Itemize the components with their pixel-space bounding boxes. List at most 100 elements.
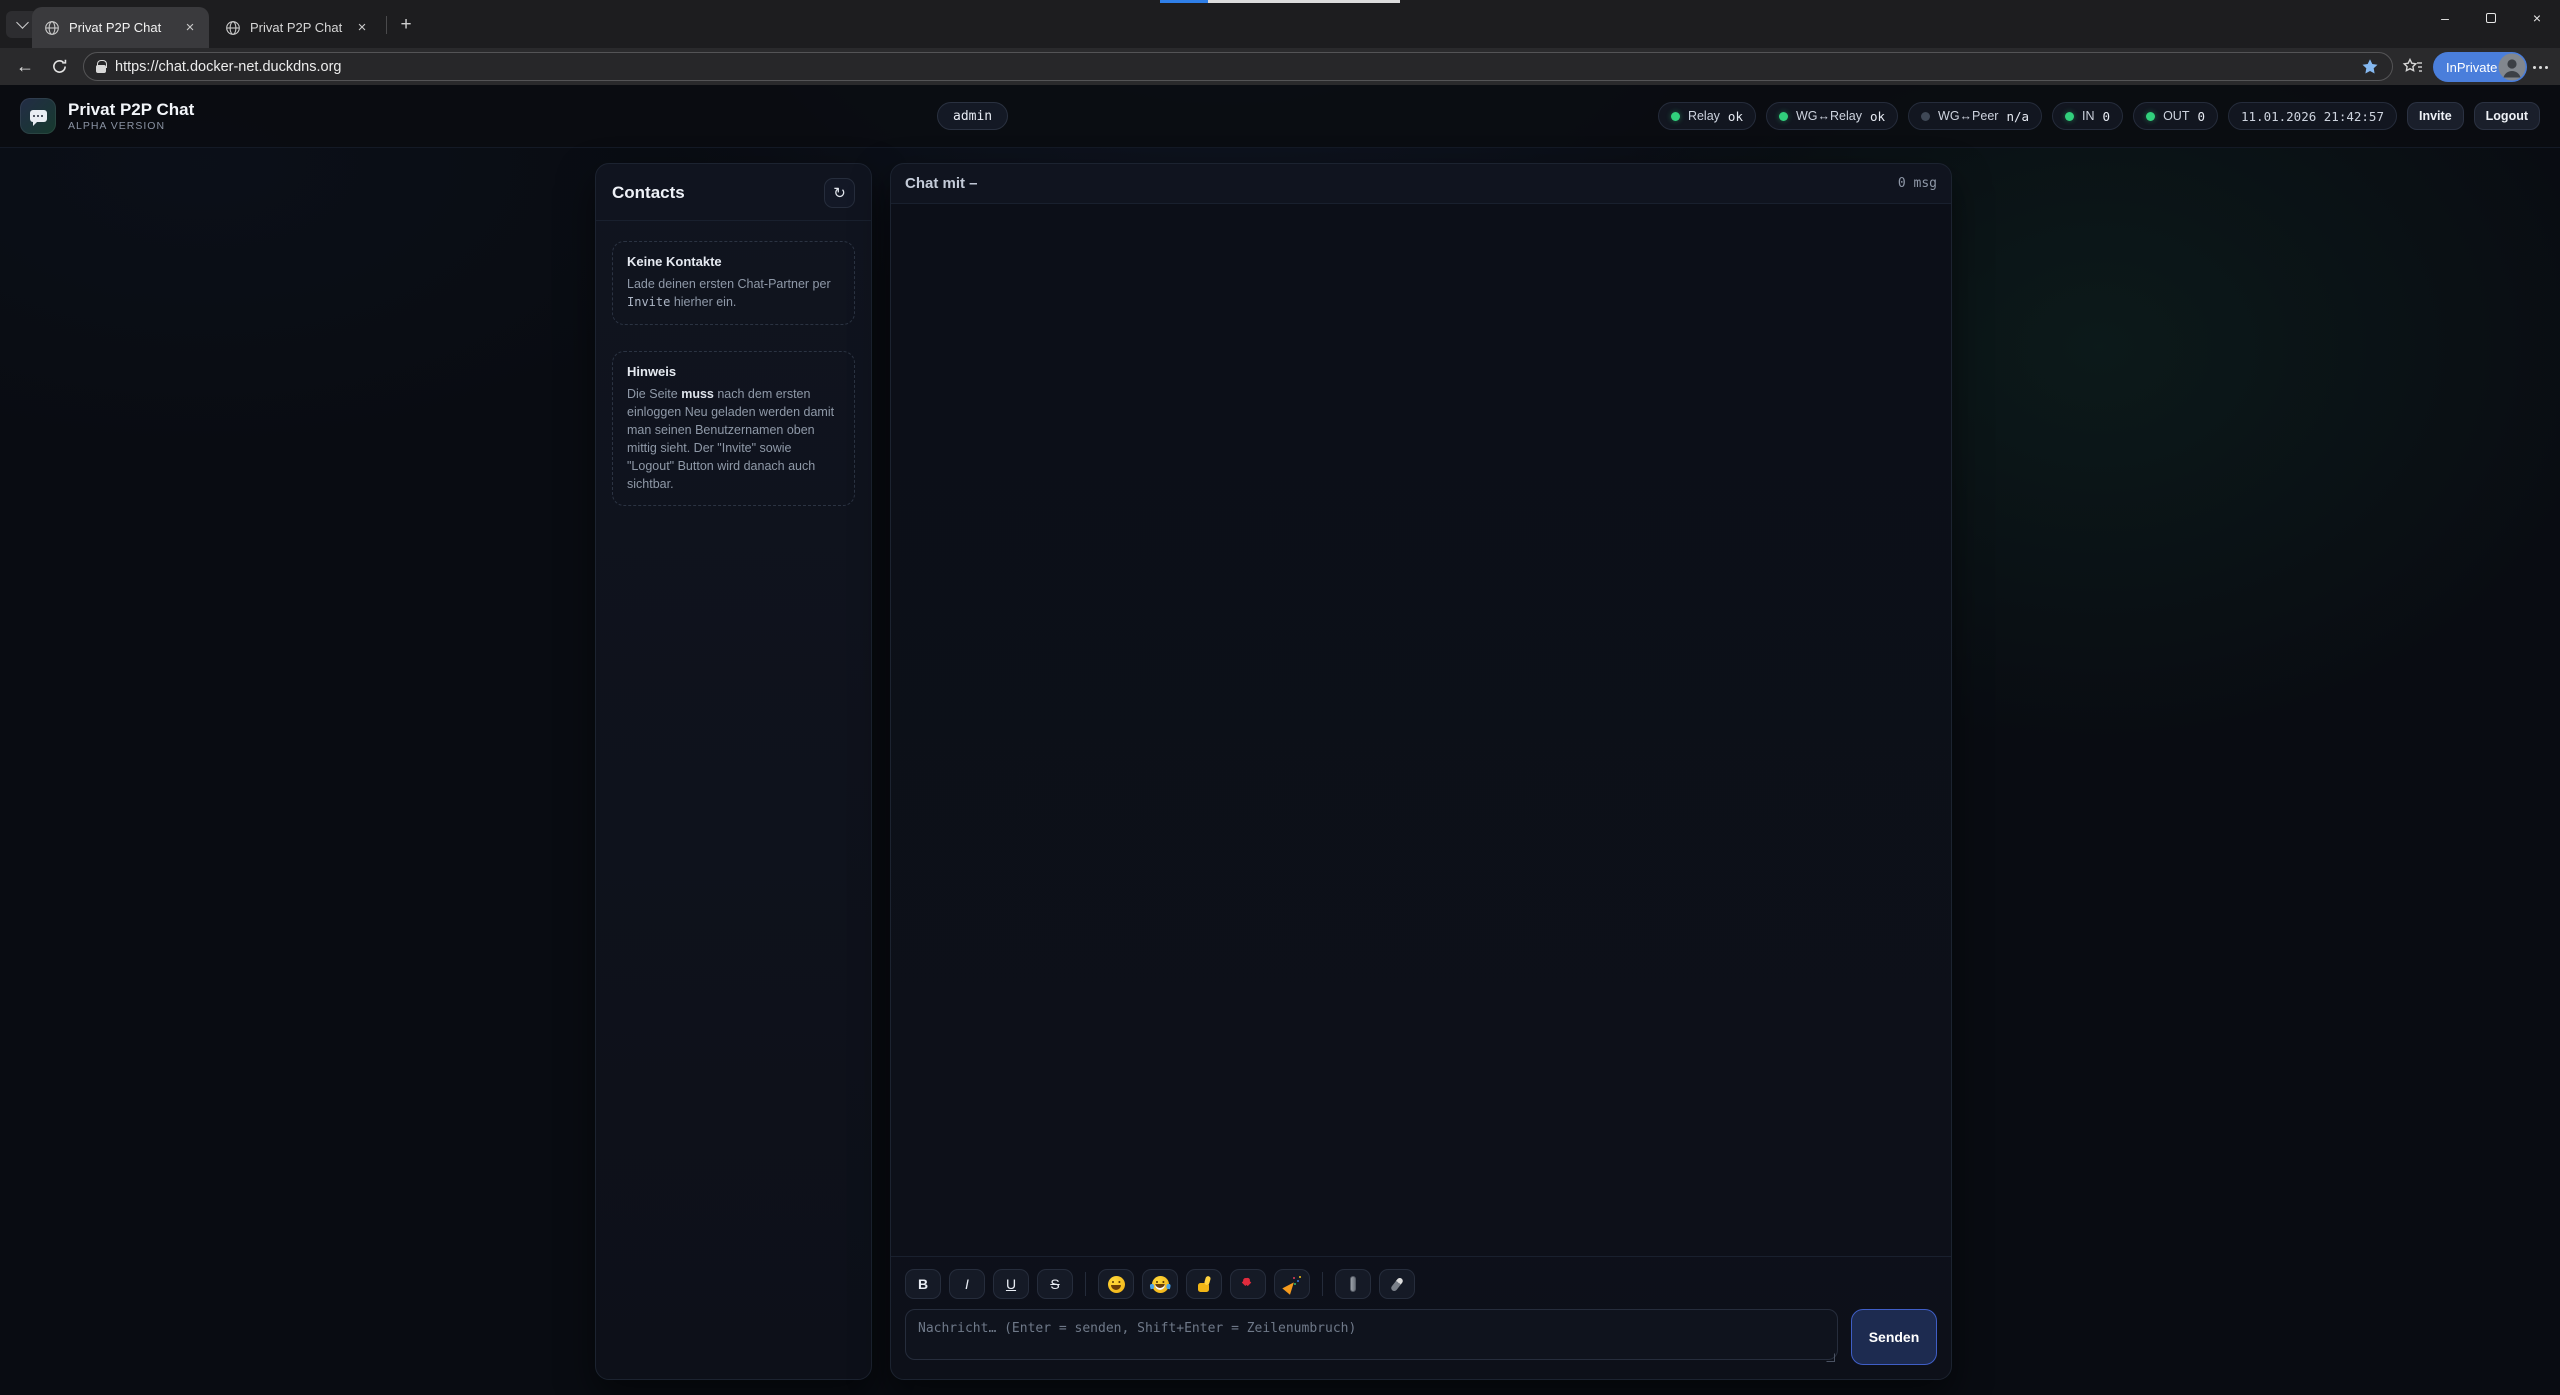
back-button[interactable]: ← — [10, 52, 40, 81]
status-dot-green — [2146, 112, 2155, 121]
strikethrough-label: S — [1050, 1276, 1059, 1292]
favorites-button[interactable] — [2399, 54, 2427, 80]
underline-button[interactable]: U — [993, 1269, 1029, 1299]
emoji-joy-button[interactable] — [1142, 1269, 1178, 1299]
app-brand: Privat P2P Chat ALPHA VERSION — [68, 100, 194, 132]
app-title: Privat P2P Chat — [68, 100, 194, 120]
text-segment: Lade deinen ersten Chat-Partner per — [627, 277, 831, 291]
browser-menu-button[interactable] — [2527, 56, 2553, 78]
tab-close-icon[interactable]: × — [181, 19, 199, 37]
address-bar[interactable]: https://chat.docker-net.duckdns.org — [83, 52, 2393, 81]
strikethrough-button[interactable]: S — [1037, 1269, 1073, 1299]
emoji-grinning-button[interactable] — [1098, 1269, 1134, 1299]
chat-panel: Chat mit – 0 msg B I U S — [890, 163, 1952, 1380]
main-content: Contacts ↻ Keine Kontakte Lade deinen er… — [595, 163, 1952, 1380]
status-pill-wg-relay: WG↔Relay ok — [1766, 102, 1898, 130]
app-subtitle: ALPHA VERSION — [68, 120, 194, 132]
toolbar-separator — [1322, 1272, 1323, 1296]
new-tab-button[interactable]: + — [393, 12, 419, 38]
logout-button[interactable]: Logout — [2474, 102, 2540, 130]
hint-card: Hinweis Die Seite muss nach dem ersten e… — [612, 351, 855, 507]
invite-button[interactable]: Invite — [2407, 102, 2464, 130]
emoji-heart-button[interactable] — [1230, 1269, 1266, 1299]
contacts-list: Keine Kontakte Lade deinen ersten Chat-P… — [596, 221, 871, 526]
italic-button[interactable]: I — [949, 1269, 985, 1299]
browser-toolbar: ← https://chat.docker-net.duckdns.org In… — [0, 48, 2560, 85]
timestamp-pill: 11.01.2026 21:42:57 — [2228, 102, 2397, 130]
emoji-party-button[interactable] — [1274, 1269, 1310, 1299]
inprivate-profile-badge[interactable]: InPrivate — [2433, 52, 2527, 82]
hint-text: Die Seite muss nach dem ersten einloggen… — [627, 385, 840, 494]
status-value: 0 — [2103, 109, 2111, 124]
status-value: ok — [1728, 109, 1743, 124]
chat-bubble-icon — [30, 110, 47, 122]
send-button[interactable]: Senden — [1851, 1309, 1937, 1365]
text-segment: Die Seite — [627, 387, 681, 401]
message-list[interactable] — [891, 204, 1951, 1256]
globe-icon — [44, 20, 60, 36]
text-segment: hierher ein. — [670, 295, 736, 309]
message-input-row: Senden — [905, 1309, 1937, 1365]
tab-title: Privat P2P Chat — [250, 20, 344, 35]
status-label: OUT — [2163, 109, 2189, 123]
voice-message-button[interactable] — [1379, 1269, 1415, 1299]
bold-word: muss — [681, 387, 714, 401]
chat-header: Chat mit – 0 msg — [891, 164, 1951, 204]
window-minimize-button[interactable]: – — [2422, 0, 2468, 36]
avatar[interactable] — [2498, 53, 2526, 81]
url-text[interactable]: https://chat.docker-net.duckdns.org — [115, 59, 2351, 75]
toolbar-separator — [1085, 1272, 1086, 1296]
text-segment: nach dem ersten einloggen Neu geladen we… — [627, 387, 834, 492]
status-pill-in: IN 0 — [2052, 102, 2123, 130]
empty-contacts-text: Lade deinen ersten Chat-Partner per Invi… — [627, 275, 840, 312]
status-value: ok — [1870, 109, 1885, 124]
message-input[interactable] — [905, 1309, 1838, 1360]
microphone-icon — [1390, 1276, 1404, 1292]
chevron-down-icon — [16, 16, 29, 29]
thumbs-up-icon — [1196, 1276, 1213, 1293]
refresh-icon — [51, 58, 68, 75]
bold-button[interactable]: B — [905, 1269, 941, 1299]
status-pill-wg-peer: WG↔Peer n/a — [1908, 102, 2042, 130]
favorites-icon — [2402, 57, 2424, 77]
status-label: Relay — [1688, 109, 1720, 123]
tab-close-icon[interactable]: × — [353, 19, 371, 37]
bookmark-star-icon[interactable] — [2360, 57, 2380, 77]
status-label: WG↔Peer — [1938, 109, 1998, 123]
contacts-refresh-button[interactable]: ↻ — [824, 178, 855, 208]
contacts-header: Contacts ↻ — [596, 164, 871, 220]
heart-icon — [1240, 1278, 1256, 1293]
status-dot-gray — [1921, 112, 1930, 121]
status-dot-green — [1671, 112, 1680, 121]
attach-button[interactable] — [1335, 1269, 1371, 1299]
message-input-wrap — [905, 1309, 1838, 1365]
tab-privat-p2p-chat-active[interactable]: Privat P2P Chat × — [32, 7, 209, 48]
emoji-thumbs-up-button[interactable] — [1186, 1269, 1222, 1299]
paperclip-icon — [1350, 1276, 1356, 1292]
italic-label: I — [965, 1276, 969, 1292]
browser-tab-strip: Privat P2P Chat × Privat P2P Chat × + – … — [0, 0, 2560, 48]
bold-label: B — [918, 1276, 928, 1292]
username-badge: admin — [937, 102, 1008, 130]
grinning-face-icon — [1108, 1276, 1125, 1293]
status-pill-out: OUT 0 — [2133, 102, 2218, 130]
tab-privat-p2p-chat-inactive[interactable]: Privat P2P Chat × — [213, 7, 381, 48]
status-value: 0 — [2197, 109, 2205, 124]
joy-face-icon — [1152, 1276, 1169, 1293]
underline-label: U — [1006, 1276, 1016, 1292]
app-logo — [20, 98, 56, 134]
top-progress-line — [1160, 0, 1400, 3]
refresh-button[interactable] — [44, 52, 74, 81]
status-value: n/a — [2006, 109, 2029, 124]
status-dot-green — [2065, 112, 2074, 121]
status-pill-relay: Relay ok — [1658, 102, 1756, 130]
empty-contacts-card: Keine Kontakte Lade deinen ersten Chat-P… — [612, 241, 855, 325]
window-close-button[interactable]: × — [2514, 0, 2560, 36]
window-controls: – × — [2422, 0, 2560, 36]
window-maximize-button[interactable] — [2468, 0, 2514, 36]
empty-contacts-title: Keine Kontakte — [627, 254, 840, 269]
tab-title: Privat P2P Chat — [69, 20, 172, 35]
hint-title: Hinweis — [627, 364, 840, 379]
page-background: Privat P2P Chat ALPHA VERSION admin Rela… — [0, 85, 2560, 1395]
chat-partner-title: Chat mit – — [905, 175, 978, 192]
